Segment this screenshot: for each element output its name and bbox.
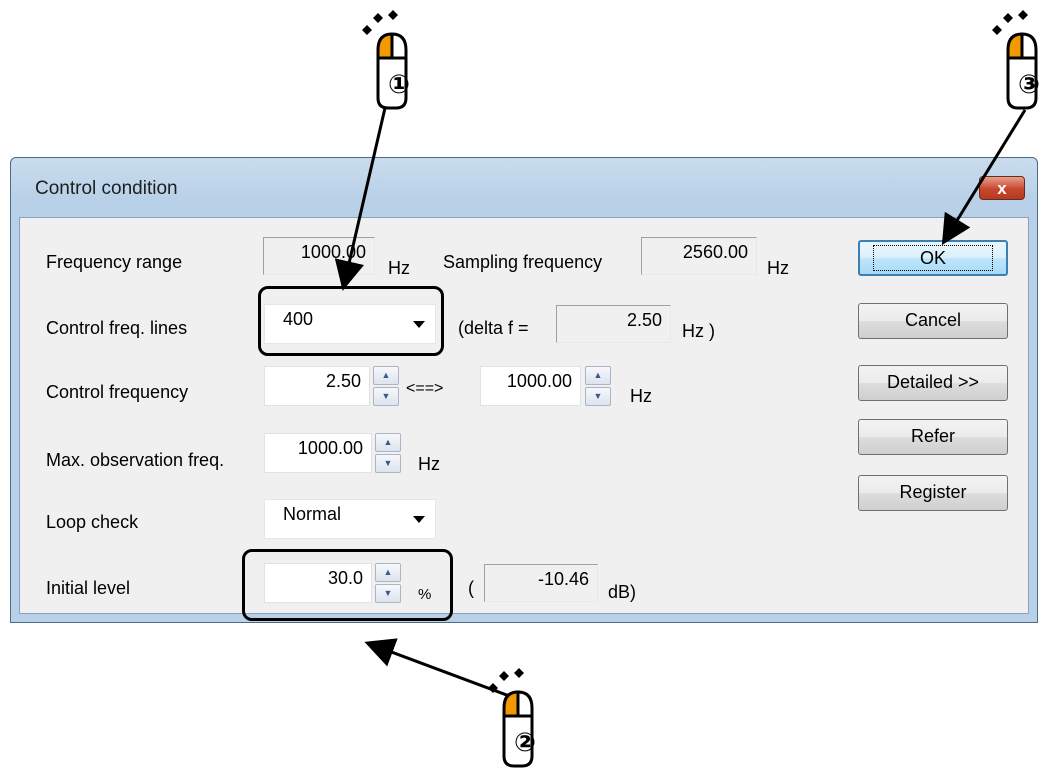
mouse-left-click-icon: ③ <box>988 10 1048 110</box>
frequency-range-unit: Hz <box>388 258 410 278</box>
close-button[interactable]: x <box>979 176 1025 200</box>
spin-up-icon[interactable]: ▲ <box>373 366 399 385</box>
highlight-initial-level <box>242 549 453 621</box>
dialog-client-area <box>19 217 1029 614</box>
callout-number-2: ② <box>513 727 536 757</box>
loop-check-select[interactable]: Normal <box>264 499 436 539</box>
control-frequency-low-input[interactable]: 2.50 <box>264 366 370 406</box>
initial-level-label: Initial level <box>46 578 131 598</box>
initial-level-db-field: -10.46 <box>484 564 598 602</box>
sampling-frequency-unit: Hz <box>767 258 789 278</box>
mouse-left-click-icon: ① <box>358 10 418 110</box>
max-observation-freq-input[interactable]: 1000.00 <box>264 433 372 473</box>
control-frequency-low-spinner[interactable]: ▲ ▼ <box>373 366 399 406</box>
frequency-range-label: Frequency range <box>46 252 183 272</box>
open-paren: ( <box>468 578 474 598</box>
max-observation-freq-label: Max. observation freq. <box>46 450 225 470</box>
control-frequency-unit: Hz <box>630 386 652 406</box>
delta-f-unit: Hz ) <box>682 321 715 341</box>
ok-button[interactable]: OK <box>858 240 1008 276</box>
frequency-range-field: 1000.00 <box>263 237 375 275</box>
callout-number-3: ③ <box>1017 69 1040 99</box>
spin-down-icon[interactable]: ▼ <box>373 387 399 406</box>
mouse-left-click-icon: ② <box>484 668 544 768</box>
detailed-button[interactable]: Detailed >> <box>858 365 1008 401</box>
delta-f-field: 2.50 <box>556 305 671 343</box>
spin-down-icon[interactable]: ▼ <box>585 387 611 406</box>
delta-f-label: (delta f = <box>458 318 529 338</box>
control-freq-lines-label: Control freq. lines <box>46 318 188 338</box>
chevron-down-icon <box>413 516 425 523</box>
initial-level-db-unit: dB) <box>608 582 637 602</box>
ok-button-label: OK <box>872 245 994 271</box>
max-observation-freq-unit: Hz <box>418 454 440 474</box>
control-frequency-high-input[interactable]: 1000.00 <box>480 366 581 406</box>
cancel-button[interactable]: Cancel <box>858 303 1008 339</box>
callout-number-1: ① <box>387 69 410 99</box>
spin-up-icon[interactable]: ▲ <box>375 433 401 452</box>
sampling-frequency-field: 2560.00 <box>641 237 757 275</box>
loop-check-label: Loop check <box>46 512 139 532</box>
control-frequency-high-spinner[interactable]: ▲ ▼ <box>585 366 611 406</box>
sampling-frequency-label: Sampling frequency <box>443 252 603 272</box>
title-bar[interactable]: Control condition x <box>11 158 1037 218</box>
spin-down-icon[interactable]: ▼ <box>375 454 401 473</box>
highlight-control-freq-lines <box>258 286 444 356</box>
dialog-title: Control condition <box>35 178 178 199</box>
spin-up-icon[interactable]: ▲ <box>585 366 611 385</box>
max-observation-freq-spinner[interactable]: ▲ ▼ <box>375 433 401 473</box>
loop-check-value: Normal <box>283 504 342 524</box>
register-button[interactable]: Register <box>858 475 1008 511</box>
refer-button[interactable]: Refer <box>858 419 1008 455</box>
control-frequency-label: Control frequency <box>46 382 189 402</box>
range-separator: <==> <box>406 380 444 397</box>
